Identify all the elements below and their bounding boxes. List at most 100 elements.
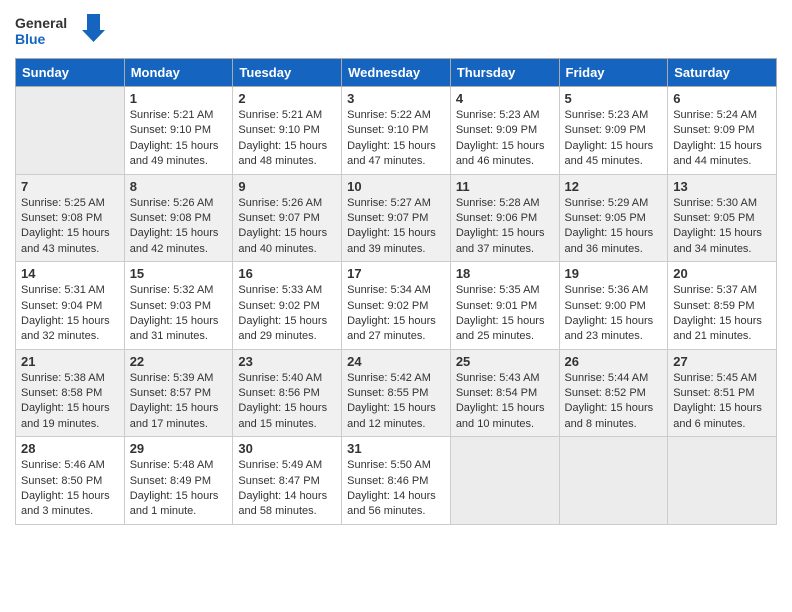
day-number: 3 bbox=[347, 91, 445, 106]
calendar-cell: 14 Sunrise: 5:31 AM Sunset: 9:04 PM Dayli… bbox=[16, 262, 125, 350]
day-info: Sunrise: 5:49 AM Sunset: 8:47 PM Dayligh… bbox=[238, 458, 336, 520]
calendar-cell: 31Sunrise: 5:50 AM Sunset: 8:46 PM Dayli… bbox=[342, 437, 451, 525]
day-number: 9 bbox=[238, 179, 336, 194]
day-info: Sunrise: 5:33 AM Sunset: 9:02 PM Dayligh… bbox=[238, 283, 336, 345]
day-info: Sunrise: 5:43 AM Sunset: 8:54 PM Dayligh… bbox=[456, 371, 554, 433]
day-info: Sunrise: 5:34 AM Sunset: 9:02 PM Dayligh… bbox=[347, 283, 445, 345]
day-info: Sunrise: 5:32 AM Sunset: 9:03 PM Dayligh… bbox=[130, 283, 228, 345]
calendar-cell: 18Sunrise: 5:35 AM Sunset: 9:01 PM Dayli… bbox=[450, 262, 559, 350]
day-number: 27 bbox=[673, 354, 771, 369]
day-info: Sunrise: 5:46 AM Sunset: 8:50 PM Dayligh… bbox=[21, 458, 119, 520]
day-number: 17 bbox=[347, 266, 445, 281]
day-info: Sunrise: 5:45 AM Sunset: 8:51 PM Dayligh… bbox=[673, 371, 771, 433]
day-info: Sunrise: 5:27 AM Sunset: 9:07 PM Dayligh… bbox=[347, 196, 445, 258]
weekday-header-saturday: Saturday bbox=[668, 59, 777, 87]
calendar-week-row: 1 Sunrise: 5:21 AM Sunset: 9:10 PM Daylig… bbox=[16, 87, 777, 175]
logo-icon: General Blue bbox=[15, 10, 105, 50]
calendar-cell bbox=[559, 437, 668, 525]
calendar-cell: 19 Sunrise: 5:36 AM Sunset: 9:00 PM Dayli… bbox=[559, 262, 668, 350]
calendar-cell: 30Sunrise: 5:49 AM Sunset: 8:47 PM Dayli… bbox=[233, 437, 342, 525]
day-info: Sunrise: 5:23 AM Sunset: 9:09 PM Dayligh… bbox=[565, 108, 663, 170]
calendar-cell: 27 Sunrise: 5:45 AM Sunset: 8:51 PM Dayli… bbox=[668, 349, 777, 437]
day-number: 19 bbox=[565, 266, 663, 281]
calendar-cell bbox=[450, 437, 559, 525]
calendar-cell bbox=[668, 437, 777, 525]
day-info: Sunrise: 5:22 AM Sunset: 9:10 PM Dayligh… bbox=[347, 108, 445, 170]
day-number: 5 bbox=[565, 91, 663, 106]
day-number: 24 bbox=[347, 354, 445, 369]
day-number: 6 bbox=[673, 91, 771, 106]
day-info: Sunrise: 5:39 AM Sunset: 8:57 PM Dayligh… bbox=[130, 371, 228, 433]
day-info: Sunrise: 5:29 AM Sunset: 9:05 PM Dayligh… bbox=[565, 196, 663, 258]
day-number: 25 bbox=[456, 354, 554, 369]
day-info: Sunrise: 5:35 AM Sunset: 9:01 PM Dayligh… bbox=[456, 283, 554, 345]
day-number: 12 bbox=[565, 179, 663, 194]
calendar-cell: 25 Sunrise: 5:43 AM Sunset: 8:54 PM Dayli… bbox=[450, 349, 559, 437]
svg-text:Blue: Blue bbox=[15, 31, 46, 47]
weekday-header-row: SundayMondayTuesdayWednesdayThursdayFrid… bbox=[16, 59, 777, 87]
calendar-week-row: 7Sunrise: 5:25 AM Sunset: 9:08 PM Daylig… bbox=[16, 174, 777, 262]
day-info: Sunrise: 5:21 AM Sunset: 9:10 PM Dayligh… bbox=[238, 108, 336, 170]
calendar-cell: 3 Sunrise: 5:22 AM Sunset: 9:10 PM Daylig… bbox=[342, 87, 451, 175]
day-number: 16 bbox=[238, 266, 336, 281]
day-number: 22 bbox=[130, 354, 228, 369]
day-info: Sunrise: 5:25 AM Sunset: 9:08 PM Dayligh… bbox=[21, 196, 119, 258]
calendar-week-row: 28Sunrise: 5:46 AM Sunset: 8:50 PM Dayli… bbox=[16, 437, 777, 525]
day-number: 29 bbox=[130, 441, 228, 456]
calendar-cell bbox=[16, 87, 125, 175]
calendar-cell: 10 Sunrise: 5:27 AM Sunset: 9:07 PM Dayli… bbox=[342, 174, 451, 262]
weekday-header-wednesday: Wednesday bbox=[342, 59, 451, 87]
calendar-cell: 8Sunrise: 5:26 AM Sunset: 9:08 PM Daylig… bbox=[124, 174, 233, 262]
day-info: Sunrise: 5:26 AM Sunset: 9:07 PM Dayligh… bbox=[238, 196, 336, 258]
day-number: 10 bbox=[347, 179, 445, 194]
day-info: Sunrise: 5:21 AM Sunset: 9:10 PM Dayligh… bbox=[130, 108, 228, 170]
day-info: Sunrise: 5:38 AM Sunset: 8:58 PM Dayligh… bbox=[21, 371, 119, 433]
day-info: Sunrise: 5:44 AM Sunset: 8:52 PM Dayligh… bbox=[565, 371, 663, 433]
weekday-header-sunday: Sunday bbox=[16, 59, 125, 87]
calendar-table: SundayMondayTuesdayWednesdayThursdayFrid… bbox=[15, 58, 777, 525]
header: General Blue bbox=[15, 10, 777, 50]
calendar-cell: 7Sunrise: 5:25 AM Sunset: 9:08 PM Daylig… bbox=[16, 174, 125, 262]
calendar-cell: 24 Sunrise: 5:42 AM Sunset: 8:55 PM Dayli… bbox=[342, 349, 451, 437]
day-number: 26 bbox=[565, 354, 663, 369]
weekday-header-friday: Friday bbox=[559, 59, 668, 87]
day-number: 4 bbox=[456, 91, 554, 106]
day-number: 31 bbox=[347, 441, 445, 456]
calendar-cell: 26 Sunrise: 5:44 AM Sunset: 8:52 PM Dayli… bbox=[559, 349, 668, 437]
day-number: 13 bbox=[673, 179, 771, 194]
day-number: 23 bbox=[238, 354, 336, 369]
day-number: 15 bbox=[130, 266, 228, 281]
calendar-cell: 15 Sunrise: 5:32 AM Sunset: 9:03 PM Dayli… bbox=[124, 262, 233, 350]
logo: General Blue bbox=[15, 10, 105, 50]
day-info: Sunrise: 5:31 AM Sunset: 9:04 PM Dayligh… bbox=[21, 283, 119, 345]
calendar-cell: 5 Sunrise: 5:23 AM Sunset: 9:09 PM Daylig… bbox=[559, 87, 668, 175]
calendar-week-row: 21Sunrise: 5:38 AM Sunset: 8:58 PM Dayli… bbox=[16, 349, 777, 437]
calendar-cell: 28Sunrise: 5:46 AM Sunset: 8:50 PM Dayli… bbox=[16, 437, 125, 525]
weekday-header-tuesday: Tuesday bbox=[233, 59, 342, 87]
day-info: Sunrise: 5:40 AM Sunset: 8:56 PM Dayligh… bbox=[238, 371, 336, 433]
day-number: 2 bbox=[238, 91, 336, 106]
day-info: Sunrise: 5:42 AM Sunset: 8:55 PM Dayligh… bbox=[347, 371, 445, 433]
svg-text:General: General bbox=[15, 15, 67, 31]
day-info: Sunrise: 5:23 AM Sunset: 9:09 PM Dayligh… bbox=[456, 108, 554, 170]
calendar-cell: 9 Sunrise: 5:26 AM Sunset: 9:07 PM Daylig… bbox=[233, 174, 342, 262]
calendar-cell: 12 Sunrise: 5:29 AM Sunset: 9:05 PM Dayli… bbox=[559, 174, 668, 262]
calendar-cell: 16 Sunrise: 5:33 AM Sunset: 9:02 PM Dayli… bbox=[233, 262, 342, 350]
weekday-header-monday: Monday bbox=[124, 59, 233, 87]
calendar-cell: 6 Sunrise: 5:24 AM Sunset: 9:09 PM Daylig… bbox=[668, 87, 777, 175]
day-info: Sunrise: 5:36 AM Sunset: 9:00 PM Dayligh… bbox=[565, 283, 663, 345]
day-info: Sunrise: 5:37 AM Sunset: 8:59 PM Dayligh… bbox=[673, 283, 771, 345]
day-number: 1 bbox=[130, 91, 228, 106]
calendar-week-row: 14 Sunrise: 5:31 AM Sunset: 9:04 PM Dayli… bbox=[16, 262, 777, 350]
calendar-cell: 4 Sunrise: 5:23 AM Sunset: 9:09 PM Daylig… bbox=[450, 87, 559, 175]
day-number: 14 bbox=[21, 266, 119, 281]
calendar-cell: 13Sunrise: 5:30 AM Sunset: 9:05 PM Dayli… bbox=[668, 174, 777, 262]
day-info: Sunrise: 5:24 AM Sunset: 9:09 PM Dayligh… bbox=[673, 108, 771, 170]
calendar-cell: 11Sunrise: 5:28 AM Sunset: 9:06 PM Dayli… bbox=[450, 174, 559, 262]
calendar-cell: 2 Sunrise: 5:21 AM Sunset: 9:10 PM Daylig… bbox=[233, 87, 342, 175]
day-number: 20 bbox=[673, 266, 771, 281]
day-number: 8 bbox=[130, 179, 228, 194]
calendar-cell: 1 Sunrise: 5:21 AM Sunset: 9:10 PM Daylig… bbox=[124, 87, 233, 175]
day-info: Sunrise: 5:48 AM Sunset: 8:49 PM Dayligh… bbox=[130, 458, 228, 520]
calendar-cell: 23 Sunrise: 5:40 AM Sunset: 8:56 PM Dayli… bbox=[233, 349, 342, 437]
